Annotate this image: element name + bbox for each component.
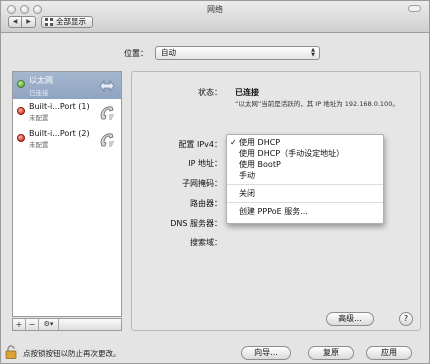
phone-modem-icon	[100, 106, 114, 120]
gear-icon[interactable]: ⚙▾	[39, 319, 59, 330]
service-list: 以太网 已连接 Built-i...Port (1) 未配置 Built-i..…	[12, 71, 122, 317]
service-item-ethernet[interactable]: 以太网 已连接	[13, 72, 121, 99]
ethernet-icon	[99, 79, 115, 93]
menu-item-off[interactable]: 关闭	[227, 188, 383, 199]
add-service-button[interactable]: +	[13, 319, 26, 330]
menu-item-dhcp[interactable]: ✓ 使用 DHCP	[227, 137, 383, 148]
location-select[interactable]: 自动 ▲ ▼	[155, 46, 320, 60]
show-all-label: 全部显示	[56, 17, 86, 26]
revert-button[interactable]: 复原	[308, 346, 354, 360]
router-label: 路由器：	[190, 199, 222, 208]
search-domains-field[interactable]	[235, 236, 390, 247]
phone-modem-icon	[100, 133, 114, 147]
apply-button[interactable]: 应用	[366, 346, 412, 360]
menu-item-bootp[interactable]: 使用 BootP	[227, 159, 383, 170]
lock-icon[interactable]	[5, 345, 17, 359]
menu-item-label: 创建 PPPoE 服务...	[239, 207, 308, 216]
search-domains-label: 搜索域：	[190, 238, 222, 247]
menu-separator	[227, 202, 383, 203]
menu-item-label: 手动	[239, 171, 255, 180]
grid-icon	[45, 18, 53, 26]
menu-separator	[227, 184, 383, 185]
window-title: 网络	[207, 5, 223, 14]
location-value: 自动	[161, 48, 176, 57]
menu-item-label: 使用 DHCP（手动设定地址）	[239, 149, 345, 158]
status-label: 状态：	[198, 88, 222, 97]
advanced-button[interactable]: 高级...	[326, 312, 374, 326]
status-description: “以太网”当前是活跃的，其 IP 地址为 192.168.0.100。	[235, 100, 399, 108]
back-button[interactable]: ◀	[8, 16, 22, 28]
forward-button[interactable]: ▶	[22, 16, 36, 28]
menu-item-create-pppoe[interactable]: 创建 PPPoE 服务...	[227, 206, 383, 217]
service-list-controls: + − ⚙▾	[12, 318, 122, 331]
network-preferences-window: 网络 ◀ ▶ 全部显示 位置： 自动 ▲ ▼ 以太网 已连接 Built-i...…	[0, 0, 430, 364]
ip-address-label: IP 地址：	[188, 159, 222, 168]
help-button[interactable]: ?	[399, 312, 413, 326]
navigation-buttons: ◀ ▶	[8, 16, 36, 28]
updown-arrows-icon: ▲ ▼	[311, 47, 315, 58]
remove-service-button[interactable]: −	[26, 319, 39, 330]
location-label: 位置：	[124, 49, 148, 58]
checkmark-icon: ✓	[230, 138, 237, 147]
menu-item-manual[interactable]: 手动	[227, 170, 383, 181]
service-item-builtin-port-2[interactable]: Built-i...Port (2) 未配置	[13, 126, 121, 153]
menu-item-label: 关闭	[239, 189, 255, 198]
status-value: 已连接	[235, 88, 259, 97]
assist-me-button[interactable]: 向导...	[241, 346, 291, 360]
status-dot-connected	[17, 80, 25, 88]
show-all-button[interactable]: 全部显示	[41, 16, 93, 28]
menu-item-dhcp-manual[interactable]: 使用 DHCP（手动设定地址）	[227, 148, 383, 159]
dns-server-label: DNS 服务器：	[170, 219, 222, 228]
status-dot-not-configured	[17, 134, 25, 142]
configure-ipv4-menu: ✓ 使用 DHCP 使用 DHCP（手动设定地址） 使用 BootP 手动 关闭…	[226, 134, 384, 224]
menu-item-label: 使用 DHCP	[239, 138, 281, 147]
toolbar-toggle-button[interactable]	[408, 5, 421, 12]
lock-instruction-text: 点按锁按钮以防止再次更改。	[23, 349, 121, 358]
configure-ipv4-label: 配置 IPv4：	[178, 140, 222, 149]
title-bar: 网络 ◀ ▶ 全部显示	[1, 1, 429, 33]
service-item-builtin-port-1[interactable]: Built-i...Port (1) 未配置	[13, 99, 121, 126]
status-dot-not-configured	[17, 107, 25, 115]
subnet-mask-label: 子网掩码：	[182, 179, 222, 188]
menu-item-label: 使用 BootP	[239, 160, 281, 169]
